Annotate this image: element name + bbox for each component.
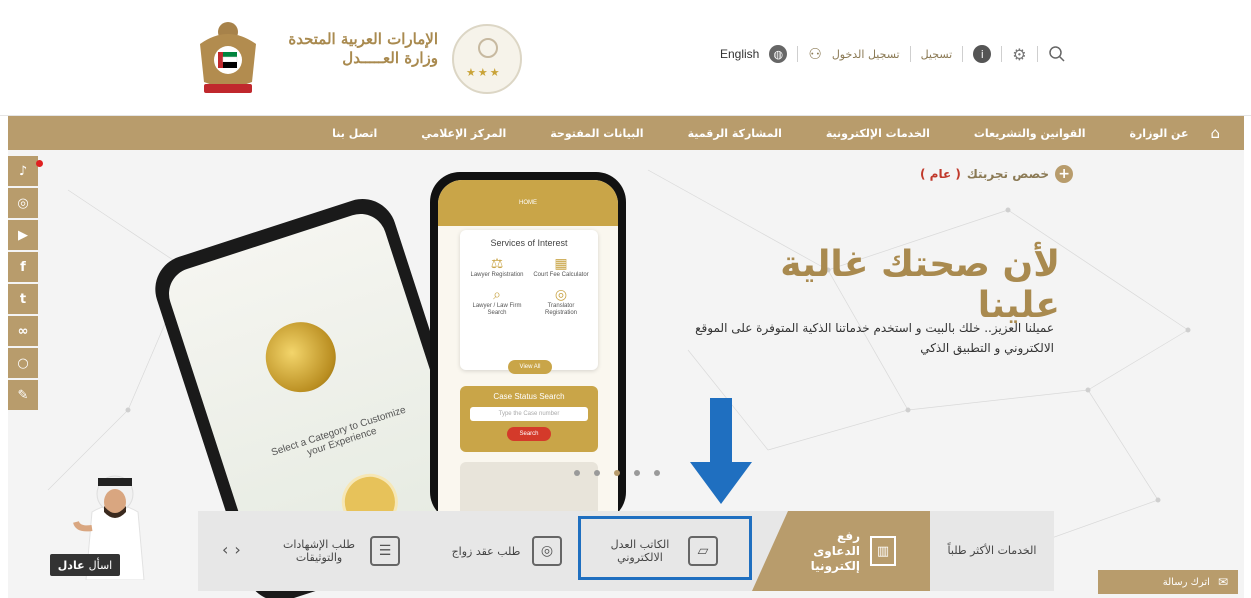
binders-icon: ▥: [870, 536, 896, 566]
envelope-icon: ✉: [1217, 575, 1228, 589]
tripadvisor-icon[interactable]: ∞: [8, 316, 38, 346]
feedback-icon[interactable]: ✎: [8, 380, 38, 410]
customize-label: خصص تجربتك: [966, 167, 1050, 181]
instagram-icon[interactable]: ◎: [8, 188, 38, 218]
twitter-icon[interactable]: t: [8, 284, 38, 314]
plus-icon: +: [1055, 165, 1074, 183]
hero-subline: عميلنا العزيز.. خلك بالبيت و استخدم خدما…: [695, 321, 1054, 355]
chevron-left-icon[interactable]: ‹: [222, 540, 234, 559]
services-of-interest-card: Services of Interest ⚖ Lawyer Registratio…: [460, 230, 598, 370]
phone-topbar: HOME: [438, 180, 618, 226]
service-attestations[interactable]: ☰ طلب الإشهادات والتوثيقات: [276, 520, 400, 582]
gear-icon[interactable]: ⚙: [1012, 45, 1026, 64]
ask-prefix: اسأل: [88, 558, 113, 572]
social-sidebar: ♪ ◎ ▶ f t ∞ ○ ✎: [8, 156, 38, 410]
case-status-card: Case Status Search Type the Case number …: [460, 386, 598, 452]
view-all-button: View All: [508, 360, 552, 374]
case-title: Case Status Search: [493, 392, 565, 401]
badge-logo-icon: [478, 38, 498, 58]
ministry-name[interactable]: الإمارات العربية المتحدة وزارة العـــــد…: [268, 30, 438, 68]
certificate-icon: ☰: [370, 536, 400, 566]
search-icon[interactable]: [1048, 45, 1066, 63]
divider: [909, 46, 911, 62]
divider: [797, 46, 799, 62]
divider: [962, 46, 964, 62]
ask-adel-button[interactable]: اسأل عادل: [50, 554, 120, 576]
divider: [1036, 46, 1038, 62]
calculator-icon: ▦: [554, 255, 568, 271]
services-title: Services of Interest: [490, 238, 568, 248]
search-icon: ⌕: [493, 286, 501, 302]
customize-experience[interactable]: + خصص تجربتك ( عام ): [920, 165, 1074, 183]
rings-icon: ◎: [532, 536, 562, 566]
most-requested-tab[interactable]: الخدمات الأكثر طلباً: [930, 511, 1054, 591]
marriage-contract-label: طلب عقد زواج: [451, 544, 521, 558]
case-search-button: Search: [507, 427, 551, 441]
service-lawyer-registration: ⚖ Lawyer Registration: [468, 254, 526, 279]
globe-icon[interactable]: ◍: [769, 45, 788, 63]
carousel-dot[interactable]: [614, 470, 620, 476]
language-switch-english[interactable]: English: [720, 47, 759, 61]
service-lawyer-search: ⌕ Lawyer / Law Firm Search: [468, 285, 526, 317]
carousel-dots: [574, 470, 660, 476]
case-number-input: Type the Case number: [470, 407, 588, 421]
header-toolbar: English ◍ ⚇ تسجيل الدخول تسجيل i ⚙: [720, 40, 1066, 68]
hero-headline: لأن صحتك غالية علينا: [780, 244, 1060, 326]
facebook-icon[interactable]: f: [8, 252, 38, 282]
nav-item-laws[interactable]: القوانين والتشريعات: [974, 127, 1086, 140]
chevron-right-icon[interactable]: ›: [234, 540, 246, 559]
carousel-dot[interactable]: [574, 470, 580, 476]
chat-icon[interactable]: ○: [8, 348, 38, 378]
service-translator-registration: ◎ Translator Registration: [532, 285, 590, 317]
uae-emblem-logo[interactable]: [196, 18, 260, 96]
user-icon[interactable]: ⚇: [808, 45, 821, 63]
nav-item-open-data[interactable]: البيانات المفتوحة: [550, 127, 643, 140]
info-icon[interactable]: i: [973, 45, 992, 63]
leave-message-button[interactable]: ✉ اترك رسالة: [1098, 570, 1238, 594]
carousel-dot[interactable]: [634, 470, 640, 476]
translator-icon: ◎: [554, 286, 568, 302]
carousel-dot[interactable]: [654, 470, 660, 476]
services-pager[interactable]: ‹›: [222, 540, 247, 559]
ask-name: عادل: [57, 558, 85, 572]
notification-dot: [36, 160, 43, 167]
gold-orb-icon: [256, 313, 345, 402]
ministry-title: وزارة العـــــدل: [342, 49, 438, 67]
carousel-dot[interactable]: [594, 470, 600, 476]
stars-icon: ★★★: [466, 66, 502, 79]
bell-icon[interactable]: ♪: [8, 156, 38, 186]
scales-icon: ⚖: [490, 255, 504, 271]
service-court-fee-calculator: ▦ Court Fee Calculator: [533, 255, 589, 278]
attestations-label: طلب الإشهادات والتوثيقات: [283, 538, 355, 564]
nav-item-digital-participation[interactable]: المشاركة الرقمية: [688, 127, 782, 140]
home-icon[interactable]: ⌂: [1210, 124, 1220, 142]
highlight-annotation-box: [578, 516, 752, 580]
phone-back-text: Select a Category to Customize your Expe…: [270, 404, 408, 459]
service-file-lawsuits[interactable]: ▥ رفع الدعاوى إلكترونيا: [790, 520, 896, 582]
header: الإمارات العربية المتحدة وزارة العـــــد…: [0, 0, 1251, 116]
featured-service-label: رفع الدعاوى إلكترونيا: [810, 528, 860, 573]
nav-item-media-center[interactable]: المركز الإعلامي: [421, 127, 506, 140]
login-link[interactable]: تسجيل الدخول: [832, 48, 900, 61]
customize-mode: ( عام ): [920, 167, 961, 181]
down-arrow-annotation: [690, 398, 752, 504]
main-nav: ⌂ عن الوزارة القوانين والتشريعات الخدمات…: [8, 116, 1244, 150]
ministry-country: الإمارات العربية المتحدة: [288, 30, 438, 48]
youtube-icon[interactable]: ▶: [8, 220, 38, 250]
service-marriage-contract[interactable]: ◎ طلب عقد زواج: [448, 520, 562, 582]
nav-item-contact[interactable]: اتصل بنا: [332, 127, 377, 140]
leave-message-label: اترك رسالة: [1162, 576, 1210, 588]
nav-item-about[interactable]: عن الوزارة: [1129, 127, 1188, 140]
register-link[interactable]: تسجيل: [921, 48, 953, 61]
nav-item-eservices[interactable]: الخدمات الإلكترونية: [826, 127, 930, 140]
star-rating-badge: ★★★: [452, 24, 522, 94]
divider: [1001, 46, 1003, 62]
